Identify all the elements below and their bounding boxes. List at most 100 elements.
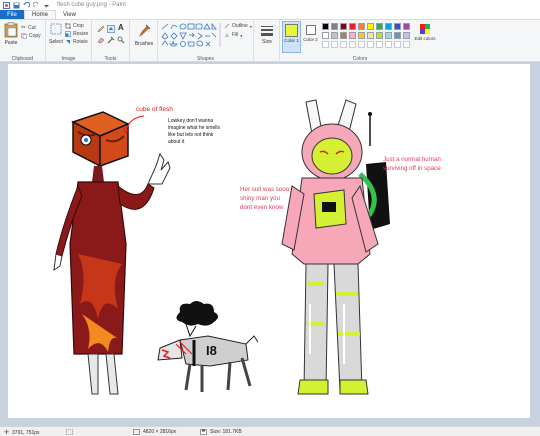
dog-label-annotation: I8 [206, 343, 217, 358]
drawing-canvas[interactable]: cube of flesh Lowkey don't wanna imagine… [8, 64, 530, 418]
crop-button[interactable]: Crop [65, 23, 84, 29]
undo-icon[interactable] [23, 1, 30, 9]
customize-dropdown-icon[interactable] [43, 2, 50, 9]
pencil-icon[interactable] [97, 25, 105, 33]
save-icon[interactable] [13, 2, 20, 9]
paste-icon [4, 22, 18, 38]
copy-label: Copy [29, 33, 41, 39]
palette-swatch[interactable] [349, 23, 356, 30]
select-icon [50, 23, 62, 35]
cube-note-line-2: imagine what he smells [168, 125, 220, 131]
annotation-arrow [122, 115, 145, 134]
palette-swatch-empty[interactable] [403, 41, 410, 48]
select-label: Select [49, 39, 63, 45]
cube-note-line-4: about it [168, 139, 185, 145]
selection-icon [66, 429, 73, 435]
palette-swatch-empty[interactable] [322, 41, 329, 48]
palette-swatch-empty[interactable] [358, 41, 365, 48]
image-group: Select Crop Resize Rotate Image [46, 20, 92, 63]
shapes-gallery[interactable] [161, 23, 217, 47]
palette-swatch[interactable] [367, 32, 374, 39]
copy-button[interactable]: Copy [21, 33, 41, 39]
image-dimensions: 4820 × 2816px [133, 429, 176, 435]
brushes-group: Brushes [130, 20, 158, 63]
color2-button[interactable]: Color 2 [302, 21, 319, 53]
size-group: Size [254, 20, 280, 63]
fill-label: Fill [232, 32, 239, 38]
chevron-down-icon: ▾ [240, 32, 243, 38]
chevron-down-icon: ▾ [249, 23, 252, 29]
size-button[interactable]: Size [257, 25, 277, 45]
color1-label: Color 1 [284, 38, 299, 43]
palette-swatch[interactable] [376, 32, 383, 39]
palette-swatch[interactable] [385, 32, 392, 39]
rotate-icon [66, 40, 70, 44]
redo-icon[interactable] [33, 1, 40, 9]
palette-swatch[interactable] [331, 23, 338, 30]
palette-swatch[interactable] [340, 23, 347, 30]
palette-swatch[interactable] [331, 32, 338, 39]
fill-bucket-icon[interactable] [107, 25, 115, 33]
palette-swatch-empty[interactable] [376, 41, 383, 48]
paste-button[interactable]: Paste [3, 22, 19, 52]
edit-colors-label: Edit colors [414, 36, 436, 41]
astronaut-bunny-character-drawing [281, 99, 390, 395]
palette-swatch[interactable] [394, 23, 401, 30]
color-palette [322, 23, 414, 51]
human-note-line-1: Just a normal human [383, 156, 441, 163]
edit-colors-button[interactable]: Edit colors [414, 23, 436, 42]
brushes-button[interactable]: Brushes [132, 23, 156, 47]
resize-button[interactable]: Resize [65, 31, 88, 37]
palette-swatch[interactable] [385, 23, 392, 30]
canvas-workspace[interactable]: cube of flesh Lowkey don't wanna imagine… [0, 62, 540, 426]
palette-swatch[interactable] [340, 32, 347, 39]
palette-swatch[interactable] [322, 23, 329, 30]
palette-swatch[interactable] [358, 32, 365, 39]
ribbon-tabs: File Home View [0, 10, 540, 19]
palette-swatch[interactable] [367, 23, 374, 30]
cut-button[interactable]: ✂ Cut [21, 24, 36, 32]
color1-button[interactable]: Color 1 [282, 21, 301, 53]
resize-icon [65, 31, 71, 37]
file-size: Size: 181.7KB [200, 429, 242, 435]
palette-swatch[interactable] [403, 23, 410, 30]
tab-home[interactable]: Home [24, 10, 57, 19]
fill-dropdown[interactable]: Fill ▾ [224, 32, 242, 38]
color-picker-icon[interactable] [107, 36, 115, 44]
file-size-value: Size: 181.7KB [210, 429, 242, 435]
cube-note-line-1: Lowkey don't wanna [168, 118, 214, 124]
brush-icon [139, 24, 151, 37]
palette-swatch[interactable] [322, 32, 329, 39]
crosshair-icon: ✛ [4, 430, 10, 436]
eraser-icon[interactable] [97, 36, 105, 44]
palette-swatch[interactable] [394, 32, 401, 39]
palette-swatch[interactable] [376, 23, 383, 30]
cube-title-annotation: cube of flesh [136, 106, 173, 113]
palette-swatch-empty[interactable] [349, 41, 356, 48]
magnifier-icon[interactable] [117, 36, 125, 44]
rotate-button[interactable]: Rotate [65, 39, 88, 45]
palette-swatch[interactable] [403, 32, 410, 39]
tab-view[interactable]: View [56, 10, 83, 19]
color2-label: Color 2 [303, 37, 318, 42]
shapes-scrollbar[interactable] [219, 23, 221, 47]
size-label: Size [262, 39, 272, 45]
status-bar: ✛ 3791, 751px 4820 × 2816px Size: 181.7K… [0, 426, 540, 436]
text-tool-icon[interactable]: A [118, 23, 124, 32]
palette-swatch-empty[interactable] [340, 41, 347, 48]
select-button[interactable]: Select [48, 23, 64, 53]
palette-swatch-empty[interactable] [367, 41, 374, 48]
tab-file[interactable]: File [0, 10, 24, 19]
palette-swatch[interactable] [349, 32, 356, 39]
palette-swatch[interactable] [358, 23, 365, 30]
cursor-position-value: 3791, 751px [12, 429, 40, 436]
outline-dropdown[interactable]: Outline ▾ [224, 23, 252, 29]
fill-icon [225, 33, 229, 37]
window-title: flesh cube guy.png - Paint [57, 2, 126, 8]
palette-swatch-empty[interactable] [394, 41, 401, 48]
palette-swatch-empty[interactable] [385, 41, 392, 48]
clipboard-group: Paste ✂ Cut Copy Clipboard [0, 20, 46, 63]
paste-label: Paste [4, 40, 18, 46]
palette-swatch-empty[interactable] [331, 41, 338, 48]
resize-label: Resize [73, 31, 89, 37]
